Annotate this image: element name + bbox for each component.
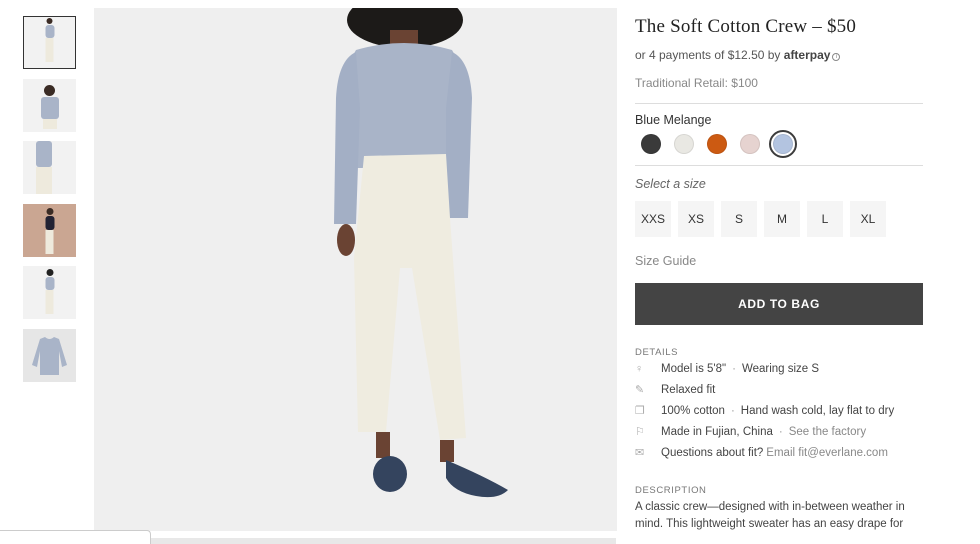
thumbnail-front-crop[interactable] — [23, 78, 76, 132]
product-title: The Soft Cotton Crew – $50 — [635, 16, 857, 37]
selected-color-name: Blue Melange — [635, 113, 712, 127]
thumbnail-figure — [45, 18, 54, 62]
detail-text: Questions about fit? — [661, 446, 764, 459]
tag-icon: ❐ — [635, 405, 645, 417]
select-size-label: Select a size — [635, 177, 706, 191]
detail-text: Relaxed fit — [661, 383, 716, 396]
color-swatch-pink[interactable] — [740, 134, 760, 154]
detail-row: ✉ Questions about fit? Email fit@everlane.… — [635, 442, 923, 463]
envelope-icon: ✉ — [635, 447, 645, 459]
thumbnail-list — [23, 16, 76, 391]
detail-extra: Wearing size S — [741, 362, 820, 375]
person-icon: ♀ — [635, 362, 644, 375]
bottom-left-overlay — [0, 530, 151, 544]
size-option-xxs[interactable]: XXS — [635, 201, 671, 237]
size-option-l[interactable]: L — [807, 201, 843, 237]
product-info-panel: The Soft Cotton Crew – $50 or 4 payments… — [635, 16, 923, 533]
afterpay-text: or 4 payments of $12.50 by — [635, 48, 784, 62]
thumbnail-figure — [45, 269, 54, 314]
size-selector: XXS XS S M L XL — [635, 201, 923, 237]
size-guide-link[interactable]: Size Guide — [635, 254, 923, 268]
color-swatch-charcoal[interactable] — [641, 134, 661, 154]
color-swatch-orange[interactable] — [707, 134, 727, 154]
detail-text: 100% cotton — [661, 404, 725, 417]
thumbnail-flat-lay[interactable] — [23, 328, 76, 382]
thumbnail-sleeve-detail[interactable] — [23, 141, 76, 194]
afterpay-logo[interactable]: afterpay — [784, 48, 831, 62]
afterpay-line: or 4 payments of $12.50 by afterpay i — [635, 48, 923, 62]
divider — [635, 165, 923, 166]
model-illustration — [334, 8, 508, 498]
info-icon[interactable]: i — [832, 53, 841, 61]
thumbnail-figure — [40, 84, 59, 129]
detail-row: ❐ 100% cotton · Hand wash cold, lay flat to… — [635, 400, 923, 421]
thumbnail-figure — [36, 141, 53, 194]
details-heading: DETAILS — [635, 347, 679, 358]
location-pin-icon: ⚐ — [635, 426, 645, 438]
detail-text: Made in Fujian, China — [661, 425, 773, 438]
detail-separator: · — [730, 404, 735, 417]
detail-separator: · — [732, 362, 736, 375]
product-hero-image[interactable] — [94, 8, 617, 531]
size-option-xs[interactable]: XS — [678, 201, 714, 237]
thumbnail-back-view[interactable] — [23, 266, 76, 319]
description-heading: DESCRIPTION — [635, 485, 707, 496]
detail-extra: Hand wash cold, lay flat to dry — [740, 404, 895, 417]
description-text: A classic crew—designed with in-between … — [635, 501, 905, 530]
sweater-flat-icon — [32, 336, 67, 375]
thumbnail-figure — [45, 207, 54, 254]
color-swatch-bone[interactable] — [674, 134, 694, 154]
color-swatch-blue-melange[interactable] — [769, 130, 797, 158]
detail-row: ♀ Model is 5'8" · Wearing size S — [635, 358, 923, 379]
image-scrollbar[interactable] — [150, 538, 616, 544]
thumbnail-walking-lifestyle[interactable] — [23, 203, 76, 257]
detail-link[interactable]: See the factory — [789, 426, 866, 438]
divider — [635, 103, 923, 104]
size-option-xl[interactable]: XL — [850, 201, 886, 237]
size-option-s[interactable]: S — [721, 201, 757, 237]
pencil-icon: ✎ — [635, 384, 645, 396]
detail-row: ✎ Relaxed fit — [635, 379, 923, 400]
thumbnail-front-view[interactable] — [23, 16, 76, 69]
size-option-m[interactable]: M — [764, 201, 800, 237]
color-swatch-list — [635, 130, 923, 158]
detail-link[interactable]: Email fit@everlane.com — [766, 447, 888, 459]
details-list: ♀ Model is 5'8" · Wearing size S ✎ Relaxed fi… — [635, 358, 923, 463]
traditional-retail: Traditional Retail: $100 — [635, 76, 758, 90]
detail-text: Model is 5'8" — [661, 362, 727, 375]
add-to-bag-button[interactable]: ADD TO BAG — [635, 283, 923, 325]
detail-row: ⚐ Made in Fujian, China · See the factory — [635, 421, 923, 442]
detail-separator: · — [778, 425, 783, 438]
